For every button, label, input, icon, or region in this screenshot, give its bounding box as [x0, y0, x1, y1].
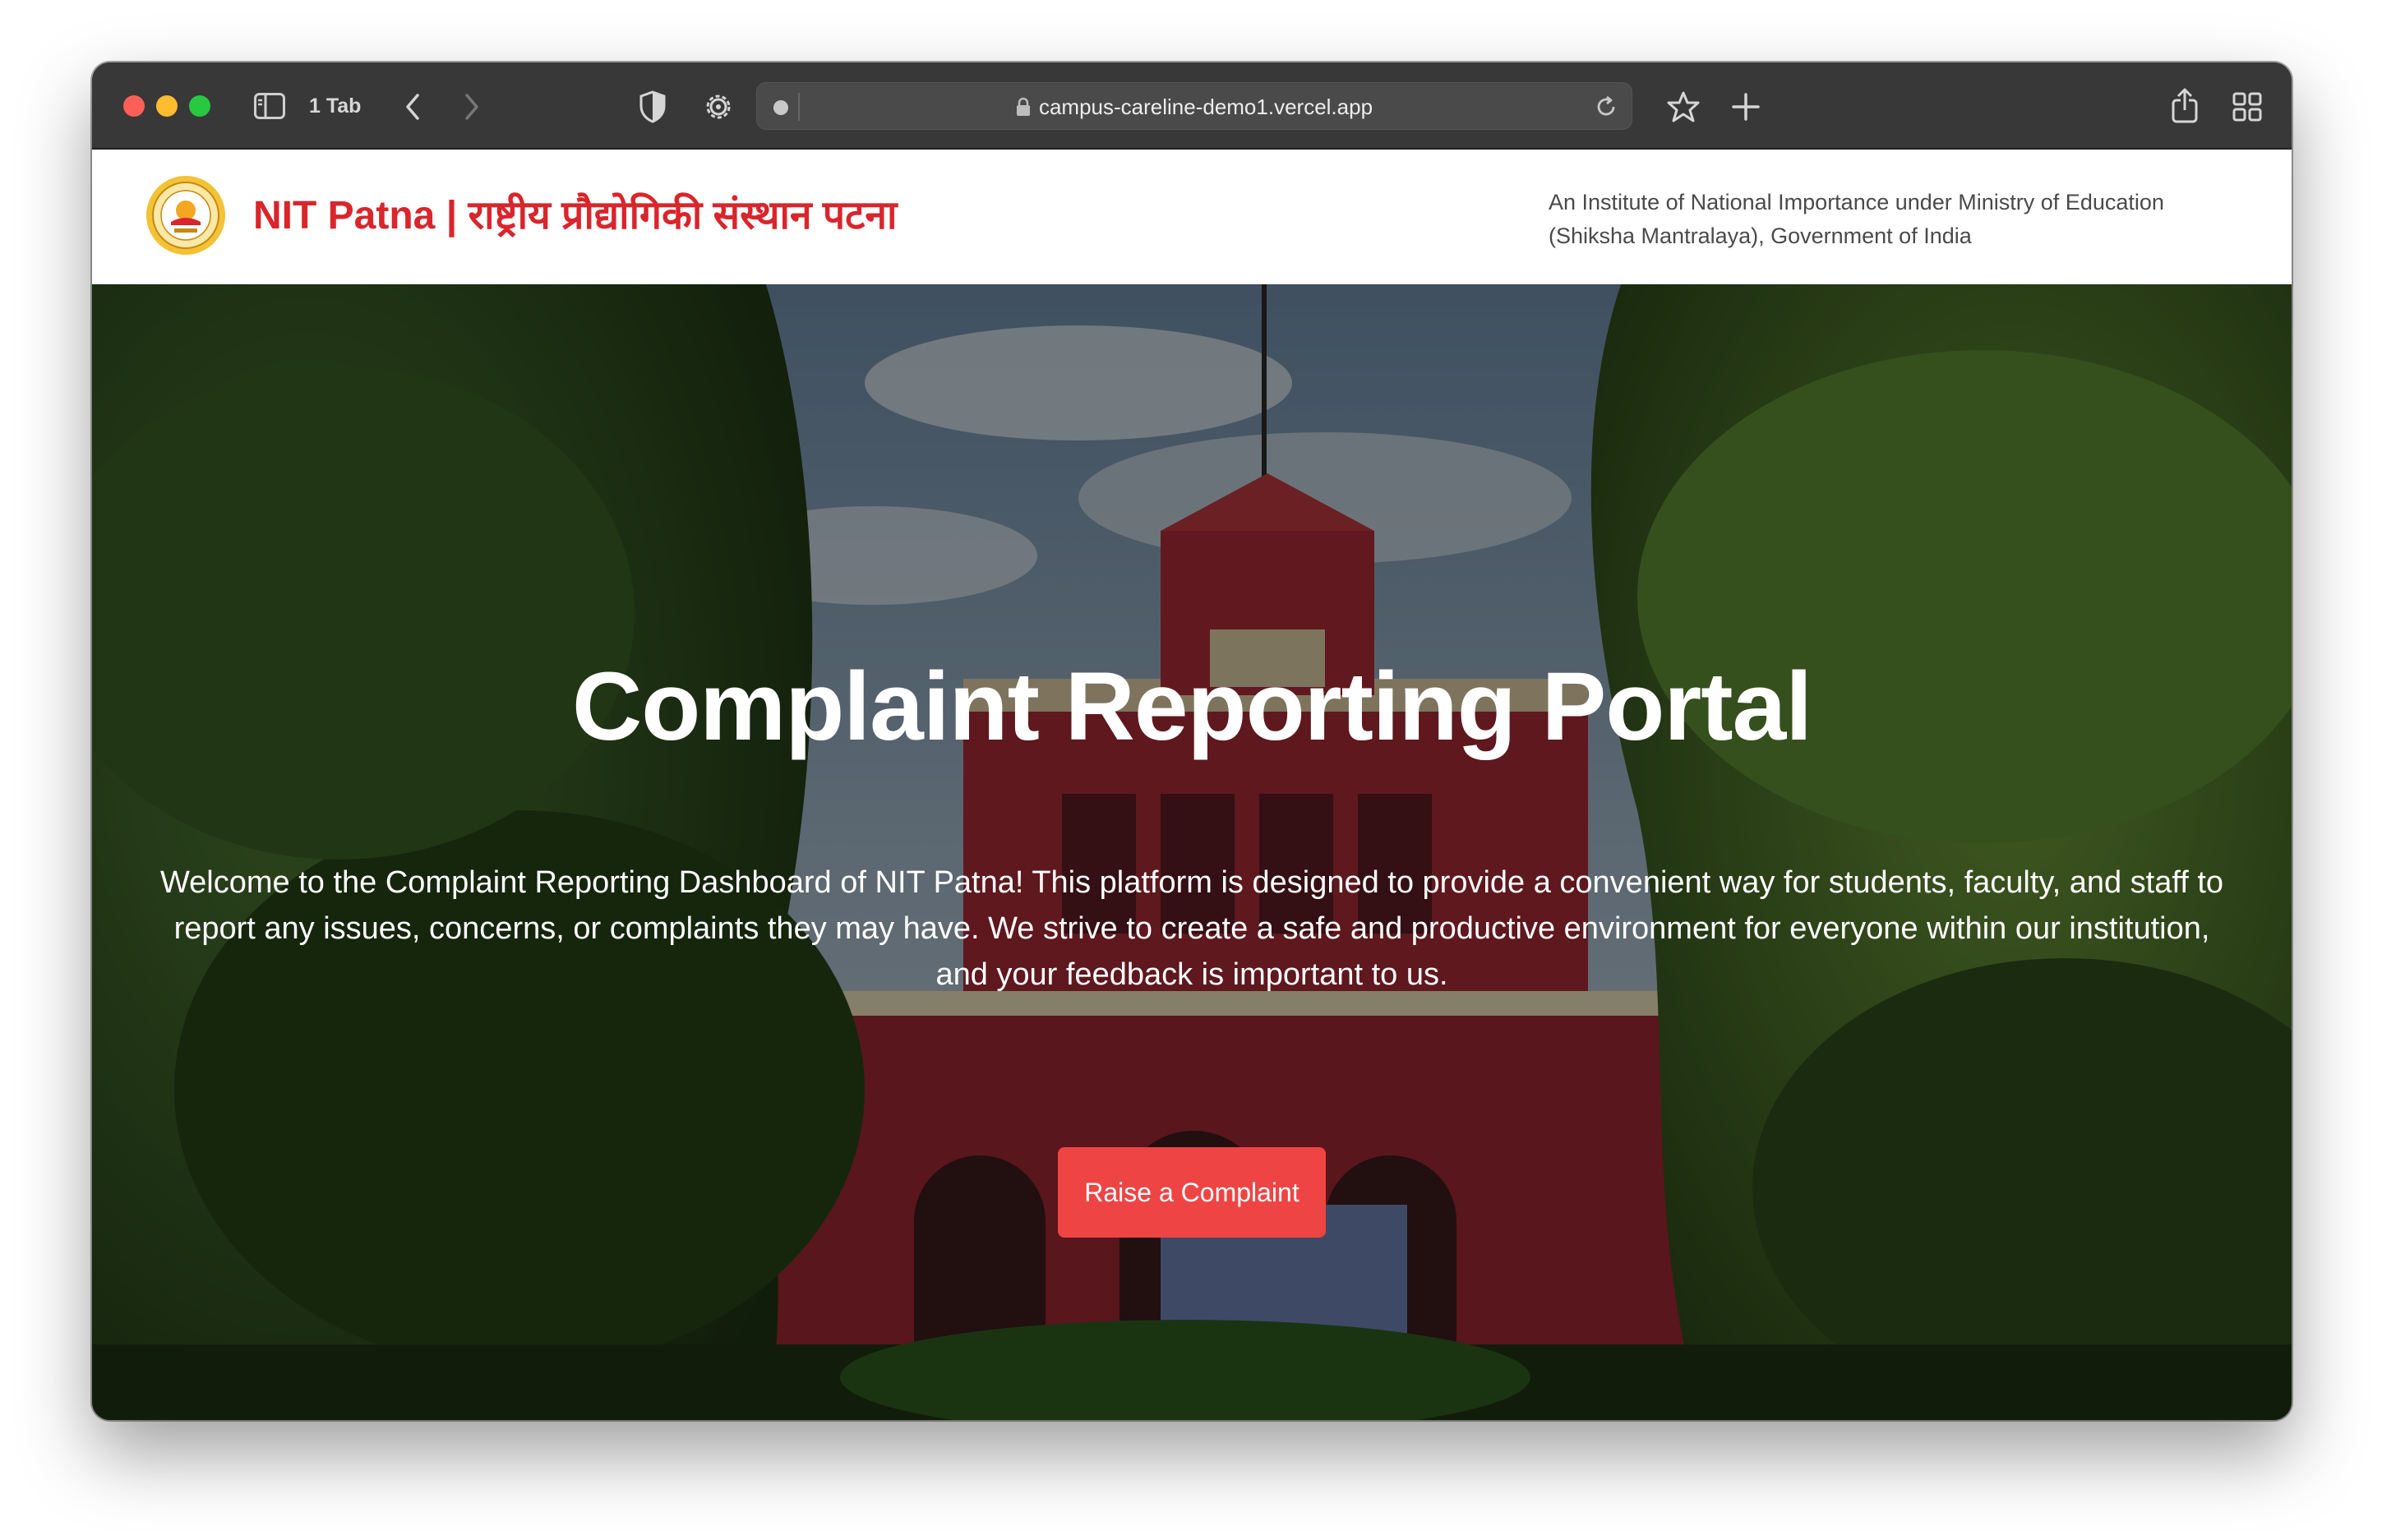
hero-section: Complaint Reporting Portal Welcome to th…: [92, 284, 2292, 1420]
gear-icon[interactable]: [700, 89, 736, 125]
sidebar-icon[interactable]: [253, 90, 286, 122]
hero-dark-overlay: [92, 284, 2292, 1420]
site-title: NIT Patna | राष्ट्रीय प्रौद्योगिकी संस्थ…: [253, 194, 898, 237]
browser-window: 1 Tab campus-careline-demo1.vercel.app N…: [92, 62, 2292, 1420]
zoom-window-button[interactable]: [189, 95, 210, 117]
browser-toolbar: 1 Tab campus-careline-demo1.vercel.app: [92, 62, 2292, 150]
site-tagline: An Institute of National Importance unde…: [1549, 186, 2239, 253]
lock-icon: [1016, 97, 1031, 122]
url-display[interactable]: campus-careline-demo1.vercel.app: [757, 95, 1632, 122]
url-text: campus-careline-demo1.vercel.app: [1038, 95, 1373, 119]
plus-icon[interactable]: [1728, 89, 1764, 125]
share-icon[interactable]: [2167, 85, 2203, 125]
chevron-left-icon[interactable]: [396, 90, 429, 123]
reload-icon[interactable]: [1594, 95, 1618, 123]
minimize-window-button[interactable]: [156, 95, 178, 117]
close-window-button[interactable]: [123, 95, 145, 117]
site-header: NIT Patna | राष्ट्रीय प्रौद्योगिकी संस्थ…: [92, 150, 2292, 284]
tagline-line-1: An Institute of National Importance unde…: [1549, 190, 2164, 214]
shield-icon[interactable]: [635, 89, 671, 125]
chevron-right-icon[interactable]: [455, 90, 488, 123]
star-icon[interactable]: [1665, 89, 1701, 125]
tagline-line-2: (Shiksha Mantralaya), Government of Indi…: [1549, 224, 1972, 248]
nit-patna-logo[interactable]: [145, 174, 227, 256]
tab-overview-icon[interactable]: [2229, 89, 2265, 125]
raise-complaint-button[interactable]: Raise a Complaint: [1058, 1147, 1326, 1238]
hero-description: Welcome to the Complaint Reporting Dashb…: [159, 865, 2224, 992]
tab-count-label[interactable]: 1 Tab: [309, 93, 361, 119]
address-bar[interactable]: campus-careline-demo1.vercel.app: [756, 82, 1632, 130]
hero-title: Complaint Reporting Portal: [572, 652, 1812, 761]
